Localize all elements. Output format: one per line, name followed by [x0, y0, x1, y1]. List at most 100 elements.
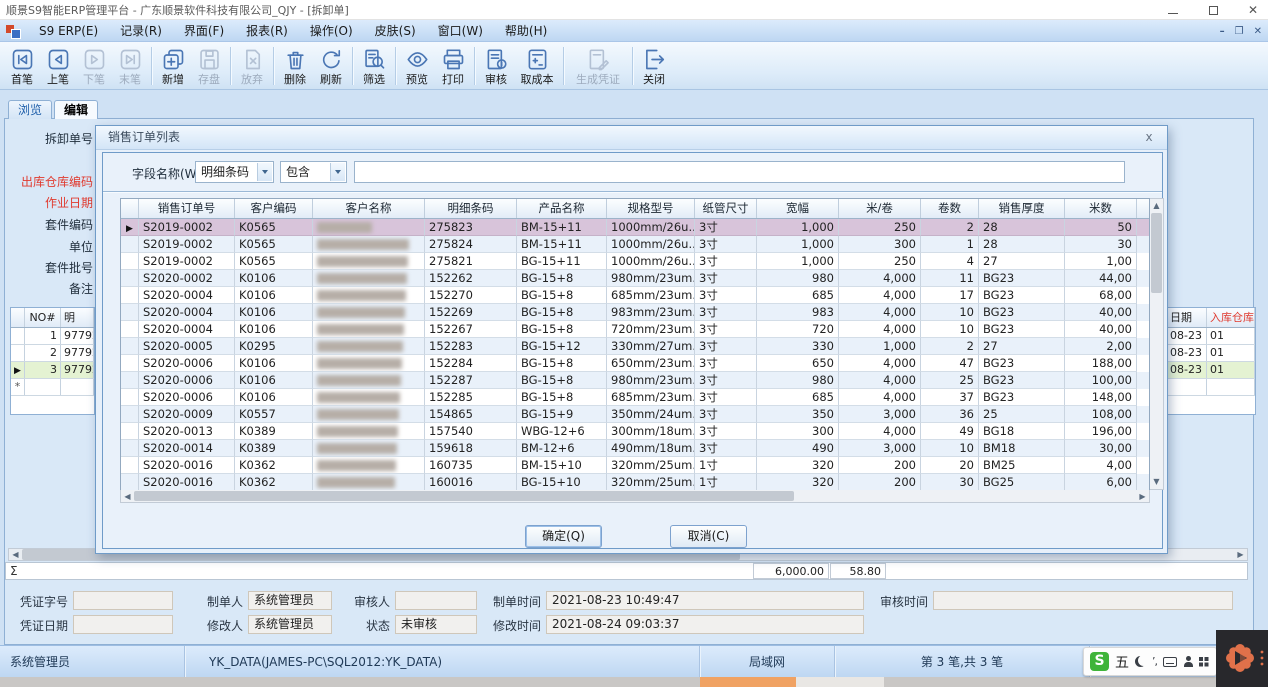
column-header-11[interactable]: 米数 [1065, 199, 1137, 218]
sales-order-row[interactable]: S2019-0002K0565275821BG-15+111000mm/26u.… [121, 253, 1149, 270]
column-header-date[interactable]: 日期 [1167, 308, 1207, 327]
column-header-6[interactable]: 纸管尺寸 [695, 199, 757, 218]
column-header-1[interactable]: 客户编码 [235, 199, 313, 218]
close-icon[interactable]: ✕ [1246, 3, 1260, 17]
sogou-ime-icon[interactable]: S [1090, 652, 1109, 671]
scrollbar-thumb[interactable] [1151, 213, 1162, 293]
column-header-0[interactable]: 销售订单号 [139, 199, 235, 218]
cancel-button[interactable]: 取消(C) [670, 525, 747, 548]
field-name-label: 字段名称(W) [132, 165, 201, 182]
sales-order-row[interactable]: S2020-0005K0295152283BG-15+12330mm/27um.… [121, 338, 1149, 355]
keyboard-icon[interactable] [1163, 657, 1177, 667]
column-header-8[interactable]: 米/卷 [839, 199, 921, 218]
prev-record-button[interactable]: 上笔 [40, 44, 76, 88]
footer-value-row2-3: 2021-08-24 09:03:37 [546, 615, 864, 634]
detail-row[interactable]: 08-2301 [1167, 345, 1255, 362]
menu-item-3[interactable]: 报表(R) [235, 20, 299, 42]
tools-grid-icon[interactable] [1199, 657, 1208, 666]
scroll-up-icon[interactable]: ▲ [1150, 199, 1163, 213]
detail-row[interactable]: ▶397792 [11, 362, 94, 379]
audit-button[interactable]: 审核 [478, 44, 514, 88]
user-icon[interactable] [1183, 656, 1193, 667]
column-header-3[interactable]: 明细条码 [425, 199, 517, 218]
sales-order-row[interactable]: S2020-0006K0106152284BG-15+8650mm/23um..… [121, 355, 1149, 372]
menu-item-0[interactable]: S9 ERP(E) [28, 20, 109, 42]
grid-horizontal-scrollbar[interactable]: ◀ ▶ [120, 490, 1150, 503]
menu-item-6[interactable]: 窗口(W) [427, 20, 494, 42]
ok-button[interactable]: 确定(Q) [525, 525, 602, 548]
sales-order-row[interactable]: S2020-0006K0106152287BG-15+8980mm/23um..… [121, 372, 1149, 389]
sales-order-row[interactable]: S2020-0006K0106152285BG-15+8685mm/23um..… [121, 389, 1149, 406]
sales-order-row[interactable]: S2019-0002K0565275824BM-15+111000mm/26u.… [121, 236, 1149, 253]
sales-order-row[interactable]: S2020-0004K0106152269BG-15+8983mm/23um..… [121, 304, 1149, 321]
column-header-detail[interactable]: 明 [61, 308, 94, 327]
scrollbar-thumb[interactable] [134, 491, 794, 501]
close-form-button[interactable]: 关闭 [636, 44, 672, 88]
delete-button[interactable]: 删除 [277, 44, 313, 88]
wubi-mode-icon[interactable]: 五 [1115, 652, 1129, 672]
sales-order-row[interactable]: S2020-0004K0106152270BG-15+8685mm/23um..… [121, 287, 1149, 304]
taskbar-item-light[interactable] [796, 677, 884, 687]
minimize-icon[interactable] [1166, 3, 1180, 17]
fullwidth-moon-icon[interactable] [1135, 656, 1146, 667]
tab-browse[interactable]: 浏览 [8, 100, 52, 119]
filter-value-input[interactable] [354, 161, 1125, 183]
chevron-down-icon[interactable] [257, 163, 272, 181]
column-header-5[interactable]: 规格型号 [607, 199, 695, 218]
menu-item-1[interactable]: 记录(R) [109, 20, 173, 42]
column-header-warehouse[interactable]: 入库仓库 [1207, 308, 1255, 327]
scroll-down-icon[interactable]: ▼ [1150, 475, 1163, 489]
scroll-left-icon[interactable]: ◀ [9, 549, 22, 560]
new-row[interactable]: * [11, 379, 94, 396]
detail-row[interactable]: 297792 [11, 345, 94, 362]
first-record-button[interactable]: 首笔 [4, 44, 40, 88]
detail-row[interactable]: 08-2301 [1167, 328, 1255, 345]
restore-icon[interactable] [1206, 3, 1220, 17]
field-label-0: 拆卸单号 [3, 130, 93, 147]
field-name-combobox[interactable]: 明细条码 [195, 161, 274, 183]
scroll-right-icon[interactable]: ▶ [1234, 549, 1247, 560]
sales-order-row[interactable]: S2020-0002K0106152262BG-15+8980mm/23um..… [121, 270, 1149, 287]
add-button[interactable]: 新增 [155, 44, 191, 88]
grid-vertical-scrollbar[interactable]: ▲ ▼ [1150, 198, 1164, 490]
refresh-button[interactable]: 刷新 [313, 44, 349, 88]
menu-item-5[interactable]: 皮肤(S) [364, 20, 427, 42]
toolbar: 首笔上笔下笔末笔新增存盘放弃删除刷新筛选预览打印审核取成本生成凭证关闭 [0, 42, 1268, 90]
mdi-close-icon[interactable]: ✕ [1254, 26, 1262, 37]
sales-order-row[interactable]: S2020-0016K0362160016BG-15+10320mm/25um.… [121, 474, 1149, 491]
detail-row[interactable]: 08-2301 [1167, 362, 1255, 379]
footer-label-row1-1: 制单人 [195, 593, 243, 610]
dialog-close-icon[interactable]: x [1141, 130, 1157, 146]
sales-order-row[interactable]: S2020-0004K0106152267BG-15+8720mm/23um..… [121, 321, 1149, 338]
menu-item-7[interactable]: 帮助(H) [494, 20, 558, 42]
menu-item-2[interactable]: 界面(F) [173, 20, 235, 42]
sales-order-row[interactable]: S2020-0014K0389159618BM-12+6490mm/18um..… [121, 440, 1149, 457]
sales-order-row[interactable]: S2020-0013K0389157540WBG-12+6300mm/18um.… [121, 423, 1149, 440]
detail-row[interactable]: 197792 [11, 328, 94, 345]
sales-order-row[interactable]: ▶S2019-0002K0565275823BM-15+111000mm/26u… [121, 219, 1149, 236]
scroll-right-icon[interactable]: ▶ [1136, 492, 1149, 501]
column-header-2[interactable]: 客户名称 [313, 199, 425, 218]
column-header-9[interactable]: 卷数 [921, 199, 979, 218]
dialog-titlebar[interactable]: 销售订单列表 x [96, 126, 1167, 150]
tab-edit[interactable]: 编辑 [54, 100, 98, 119]
column-header-4[interactable]: 产品名称 [517, 199, 607, 218]
punctuation-icon[interactable]: ’, [1152, 655, 1157, 668]
menu-item-4[interactable]: 操作(O) [299, 20, 364, 42]
column-header-10[interactable]: 销售厚度 [979, 199, 1065, 218]
sales-order-row[interactable]: S2020-0009K0557154865BG-15+9350mm/24um..… [121, 406, 1149, 423]
scroll-left-icon[interactable]: ◀ [121, 492, 134, 501]
operator-combobox[interactable]: 包含 [280, 161, 347, 183]
print-button[interactable]: 打印 [435, 44, 471, 88]
column-header-7[interactable]: 宽幅 [757, 199, 839, 218]
mdi-minimize-icon[interactable]: – [1220, 26, 1225, 37]
chevron-down-icon[interactable] [330, 163, 345, 181]
mdi-restore-icon[interactable]: ❐ [1235, 26, 1244, 37]
preview-button[interactable]: 预览 [399, 44, 435, 88]
column-header-no[interactable]: NO# [25, 308, 61, 327]
taskbar-item-orange[interactable] [700, 677, 796, 687]
footer-value-row1-3: 2021-08-23 10:49:47 [546, 591, 864, 610]
sales-order-row[interactable]: S2020-0016K0362160735BM-15+10320mm/25um.… [121, 457, 1149, 474]
cost-button[interactable]: 取成本 [514, 44, 560, 88]
filter-button[interactable]: 筛选 [356, 44, 392, 88]
